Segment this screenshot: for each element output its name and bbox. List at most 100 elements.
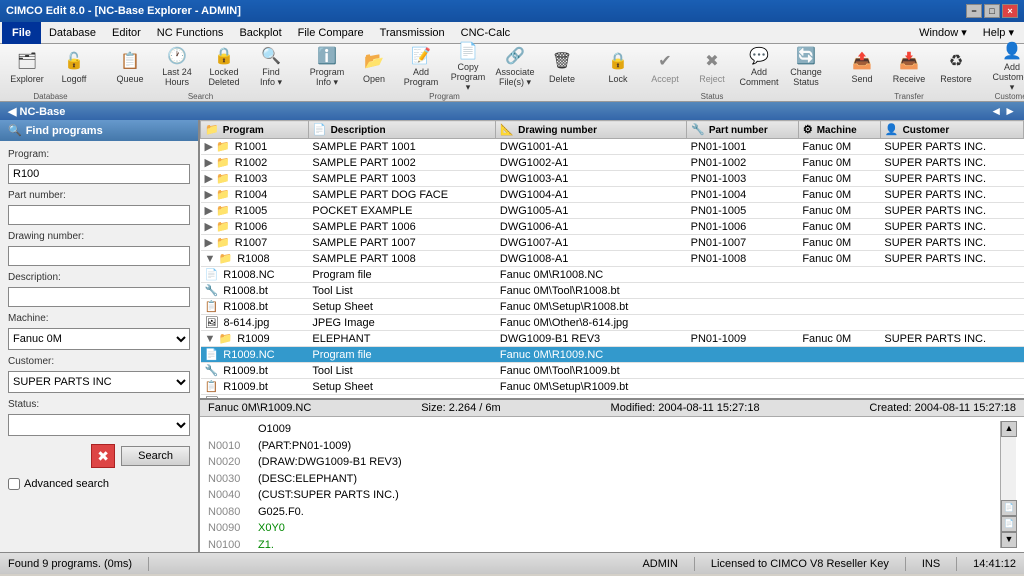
search-button[interactable]: Search [121,446,190,466]
add-comment-button[interactable]: 💬 AddComment [736,44,782,90]
advanced-search-checkbox[interactable] [8,478,20,490]
minimize-button[interactable]: − [966,4,982,18]
expand-icon[interactable]: ▶ [205,173,217,185]
last24-button[interactable]: 🕐 Last 24Hours [154,44,200,90]
receive-button[interactable]: 📥 Receive [886,44,932,90]
reject-button[interactable]: ✖ Reject [689,44,735,90]
queue-button[interactable]: 📋 Queue [107,44,153,90]
file-table-area[interactable]: 📁Program 📄Description 📐Drawing number 🔧P… [200,120,1024,400]
accept-button[interactable]: ✔ Accept [642,44,688,90]
expand-icon[interactable]: ▼ [205,253,219,265]
menu-window[interactable]: Window ▾ [911,22,975,44]
table-row[interactable]: 🔧 R1008.bt Tool List Fanuc 0M\Tool\R1008… [201,283,1024,299]
expand-icon[interactable]: ▶ [205,221,217,233]
machine-select[interactable]: Fanuc 0M [8,328,190,350]
expand-icon[interactable]: ▼ [205,333,219,345]
expand-icon[interactable]: ▶ [205,157,217,169]
file-type-icon: 📋 [205,381,219,393]
cell-drawing: DWG1003-A1 [496,171,687,187]
file-type-icon: 🔧 [205,365,219,377]
table-row[interactable]: 📋 R1008.bt Setup Sheet Fanuc 0M\Setup\R1… [201,299,1024,315]
cell-customer: SUPER PARTS INC. [880,331,1023,347]
menu-file-compare[interactable]: File Compare [290,22,372,44]
menu-transmission[interactable]: Transmission [372,22,453,44]
cell-customer [880,347,1023,363]
nav-right[interactable]: ► [1004,104,1016,118]
cell-part [687,299,799,315]
associate-file-button[interactable]: 🔗 AssociateFile(s) ▾ [492,44,538,90]
find-button[interactable]: 🔍 FindInfo ▾ [248,44,294,90]
table-row[interactable]: ▼ 📁 R1008 SAMPLE PART 1008 DWG1008-A1 PN… [201,251,1024,267]
table-row[interactable]: ▶ 📁 R1003 SAMPLE PART 1003 DWG1003-A1 PN… [201,171,1024,187]
line-number: N0080 [208,504,258,521]
expand-icon[interactable]: ▶ [205,189,217,201]
file-type-icon: 📁 [218,333,232,345]
table-row[interactable]: 📄 R1008.NC Program file Fanuc 0M\R1008.N… [201,267,1024,283]
cell-part [687,347,799,363]
clear-button[interactable]: ✖ [91,444,115,468]
delete-button[interactable]: 🗑 Delete [539,44,585,90]
nav-left[interactable]: ◄ [990,104,1002,118]
table-row[interactable]: ▶ 📁 R1004 SAMPLE PART DOG FACE DWG1004-A… [201,187,1024,203]
copy-program-button[interactable]: 📄 CopyProgram ▾ [445,44,491,90]
logoff-button[interactable]: 🔓 Logoff [51,44,97,90]
expand-icon[interactable]: ▶ [205,205,217,217]
cell-desc: SAMPLE PART 1006 [308,219,496,235]
add-program-button[interactable]: 📝 AddProgram [398,44,444,90]
table-row[interactable]: ▼ 📁 R1009 ELEPHANT DWG1009-B1 REV3 PN01-… [201,331,1024,347]
scroll-down-button[interactable]: ▼ [1001,532,1017,548]
menu-file[interactable]: File [2,22,41,44]
line-number: N0090 [208,520,258,537]
table-row[interactable]: 📋 R1009.bt Setup Sheet Fanuc 0M\Setup\R1… [201,379,1024,395]
line-content: Z1. [258,537,274,549]
menu-editor[interactable]: Editor [104,22,149,44]
table-row[interactable]: ▶ 📁 R1002 SAMPLE PART 1002 DWG1002-A1 PN… [201,155,1024,171]
cell-customer: SUPER PARTS INC. [880,171,1023,187]
scroll-page-btn1[interactable]: 📄 [1001,500,1017,516]
partnumber-input[interactable] [8,205,190,225]
cell-machine [798,363,880,379]
cell-program: 📄 R1008.NC [201,267,309,283]
find-form: Program: Part number: Drawing number: De… [0,141,198,474]
expand-icon[interactable]: ▶ [205,141,217,153]
locked-button[interactable]: 🔒 LockedDeleted [201,44,247,90]
preview-scrollbar[interactable]: ▲ 📄 📄 ▼ [1000,421,1016,548]
cell-customer [880,379,1023,395]
table-row[interactable]: 🔧 R1009.bt Tool List Fanuc 0M\Tool\R1009… [201,363,1024,379]
program-info-button[interactable]: ℹ️ ProgramInfo ▾ [304,44,350,90]
restore-button[interactable]: ♻ Restore [933,44,979,90]
expand-icon[interactable]: ▶ [205,237,217,249]
customer-select[interactable]: SUPER PARTS INC [8,371,190,393]
preview-header: Fanuc 0M\R1009.NC Size: 2.264 / 6m Modif… [200,400,1024,417]
lock-button[interactable]: 🔒 Lock [595,44,641,90]
program-input[interactable] [8,164,190,184]
add-customer-button[interactable]: 👤 AddCustomer ▾ [989,44,1024,90]
file-type-icon: 📁 [216,237,230,249]
cell-drawing: Fanuc 0M\Tool\R1008.bt [496,283,687,299]
table-row[interactable]: ▶ 📁 R1006 SAMPLE PART 1006 DWG1006-A1 PN… [201,219,1024,235]
table-row[interactable]: 📄 R1009.NC Program file Fanuc 0M\R1009.N… [201,347,1024,363]
cell-program: ▶ 📁 R1003 [201,171,309,187]
table-row[interactable]: ▶ 📁 R1007 SAMPLE PART 1007 DWG1007-A1 PN… [201,235,1024,251]
menu-backplot[interactable]: Backplot [231,22,289,44]
logoff-icon: 🔓 [62,49,86,73]
drawingnumber-input[interactable] [8,246,190,266]
change-status-button[interactable]: 🔄 ChangeStatus [783,44,829,90]
send-icon: 📤 [850,49,874,73]
accept-icon: ✔ [653,49,677,73]
menu-nc-functions[interactable]: NC Functions [149,22,232,44]
scroll-up-button[interactable]: ▲ [1001,421,1017,437]
scroll-page-btn2[interactable]: 📄 [1001,516,1017,532]
send-button[interactable]: 📤 Send [839,44,885,90]
maximize-button[interactable]: □ [984,4,1000,18]
menu-database[interactable]: Database [41,22,104,44]
table-row[interactable]: 🖼 8-614.jpg JPEG Image Fanuc 0M\Other\8-… [201,315,1024,331]
close-button[interactable]: × [1002,4,1018,18]
table-row[interactable]: ▶ 📁 R1005 POCKET EXAMPLE DWG1005-A1 PN01… [201,203,1024,219]
explorer-button[interactable]: 🗂 Explorer [4,44,50,90]
table-row[interactable]: ▶ 📁 R1001 SAMPLE PART 1001 DWG1001-A1 PN… [201,139,1024,155]
file-type-icon: 📁 [216,221,230,233]
status-select[interactable] [8,414,190,436]
description-input[interactable] [8,287,190,307]
open-button[interactable]: 📂 Open [351,44,397,90]
